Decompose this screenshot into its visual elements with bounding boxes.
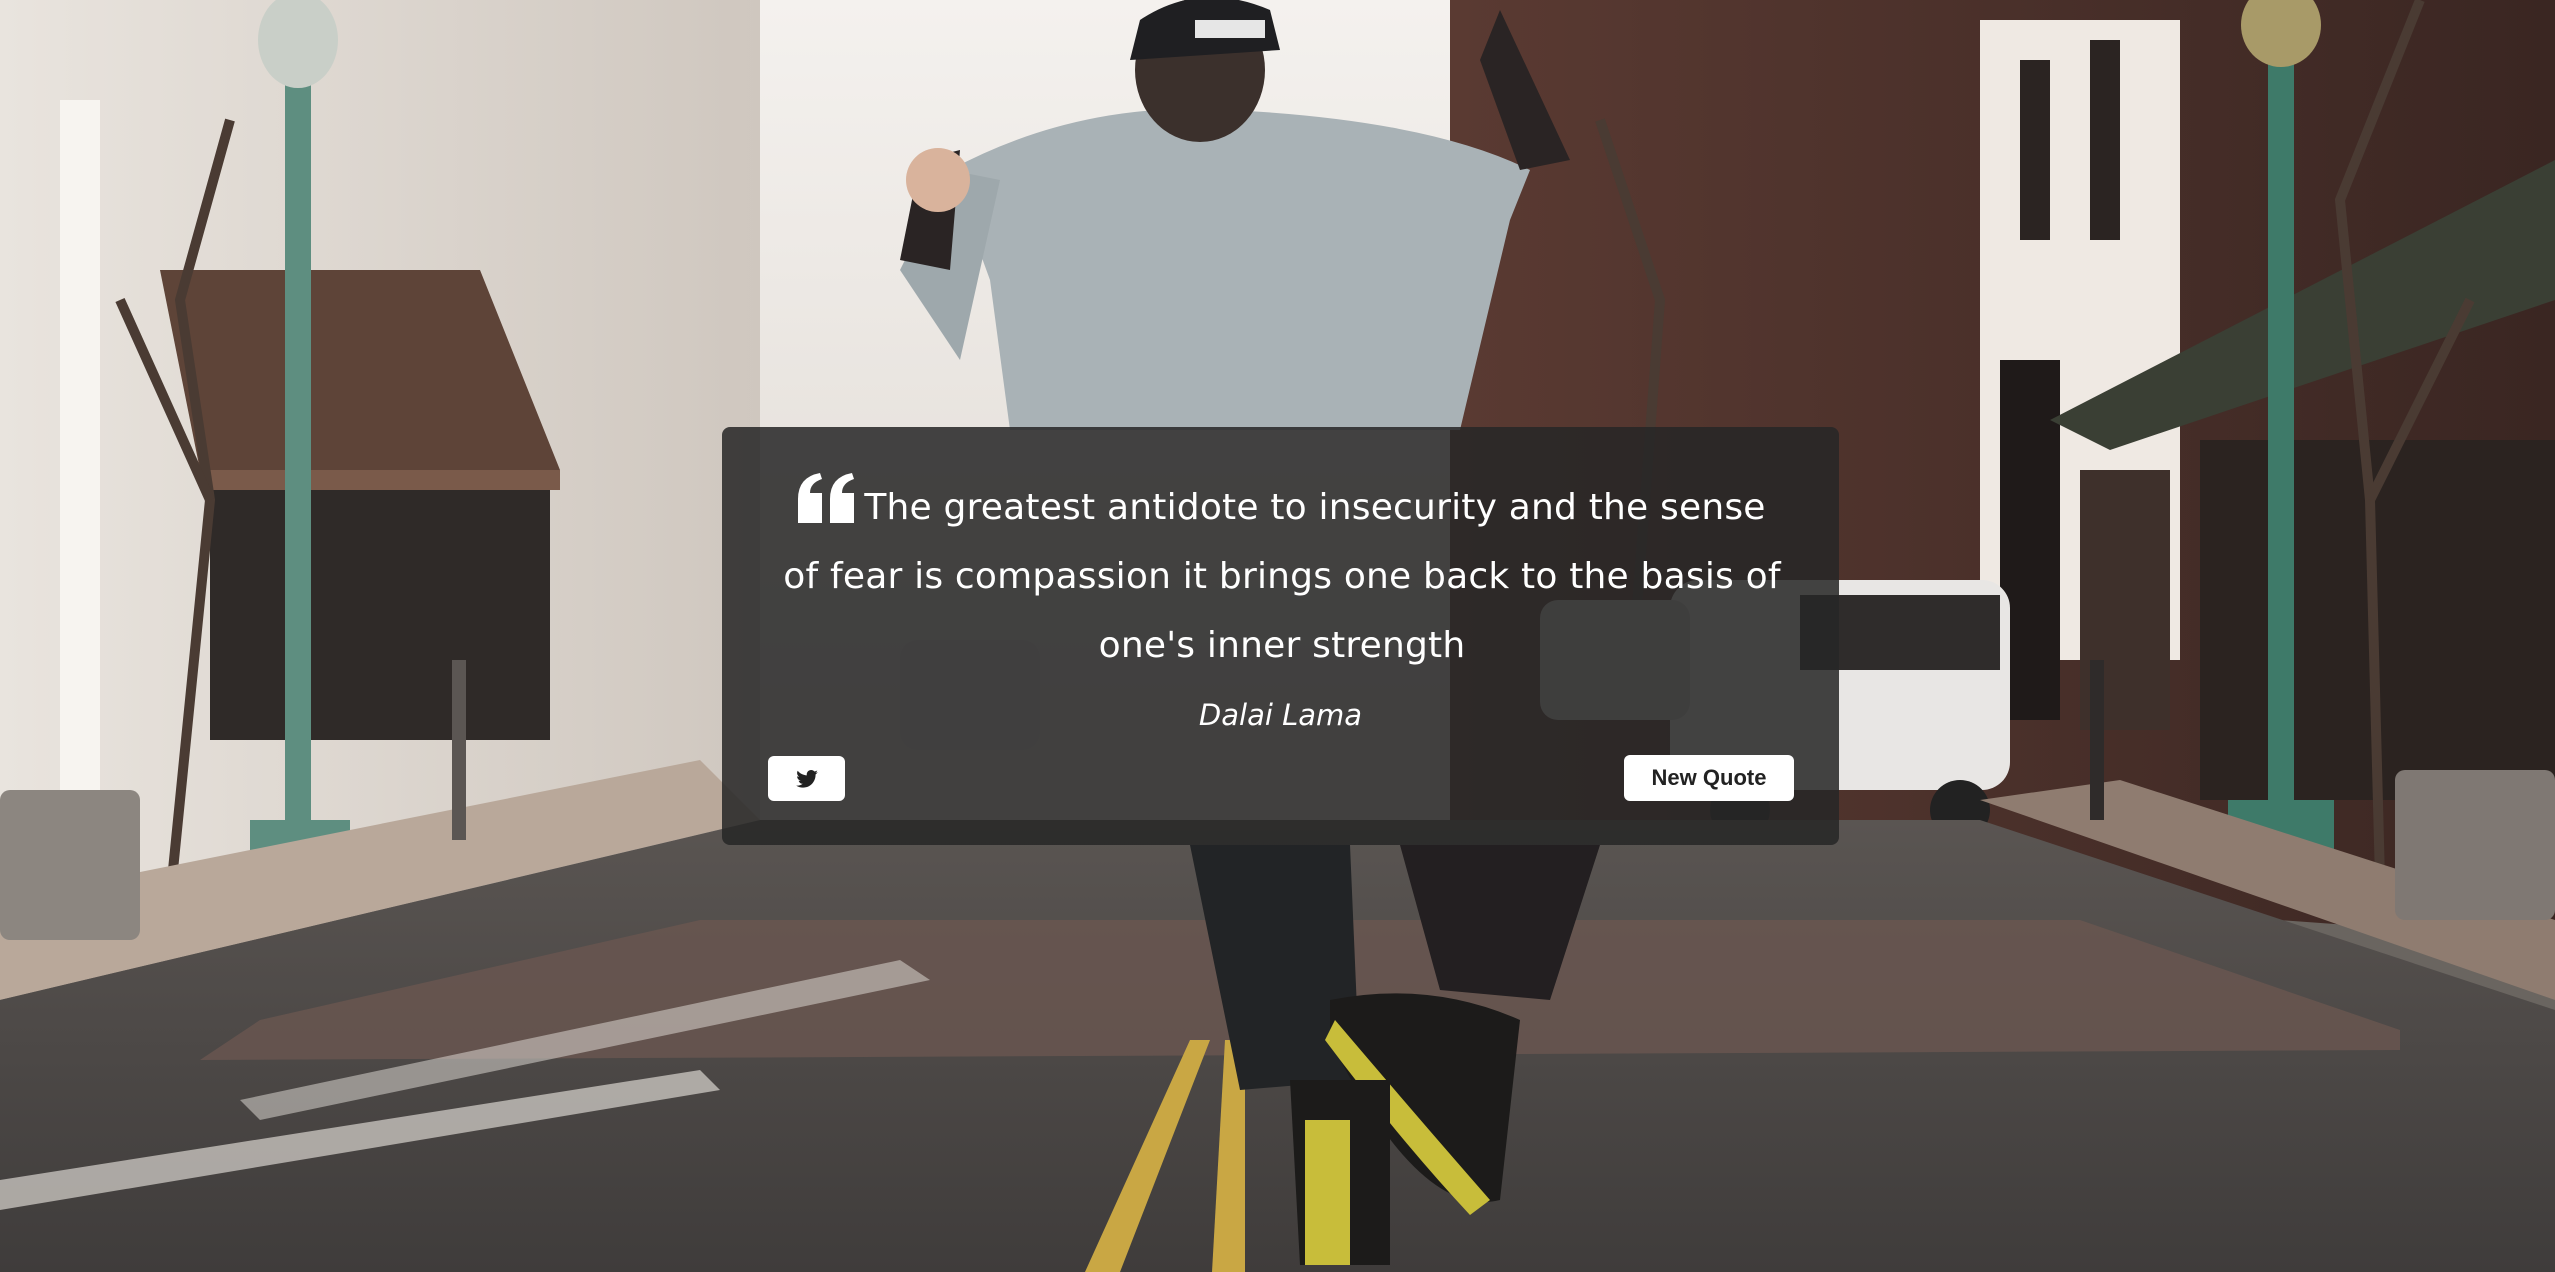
- tweet-quote-button[interactable]: [768, 756, 845, 801]
- quote-text-container: The greatest antidote to insecurity and …: [782, 473, 1782, 680]
- quote-machine-page: The greatest antidote to insecurity and …: [0, 0, 2555, 1272]
- quote-author: Dalai Lama: [1198, 698, 1363, 732]
- twitter-icon: [795, 769, 818, 788]
- quote-card: The greatest antidote to insecurity and …: [722, 427, 1839, 845]
- quote-left-icon: [798, 473, 855, 523]
- quote-text: The greatest antidote to insecurity and …: [783, 487, 1781, 666]
- new-quote-button[interactable]: New Quote: [1624, 755, 1794, 801]
